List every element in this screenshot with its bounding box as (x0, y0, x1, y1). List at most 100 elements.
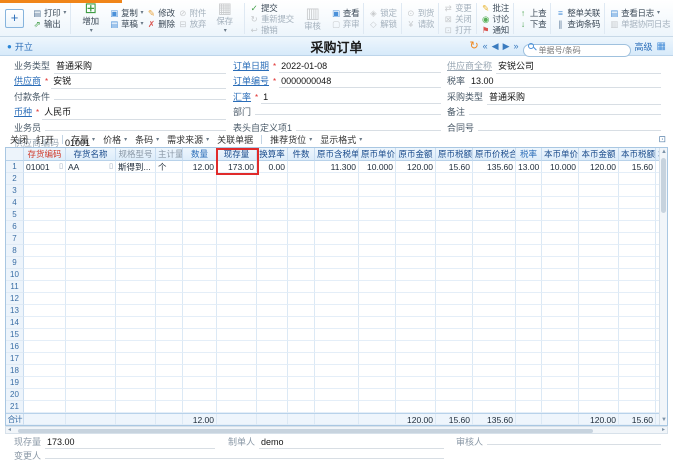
grid-cell[interactable] (156, 341, 183, 353)
grid-cell[interactable] (156, 173, 183, 185)
grid-cell[interactable] (156, 281, 183, 293)
grid-cell[interactable] (359, 293, 396, 305)
grid-cell[interactable] (257, 401, 288, 413)
grid-cell[interactable] (288, 317, 315, 329)
grid-cell[interactable] (66, 269, 116, 281)
field-label[interactable]: 汇率 (233, 90, 251, 103)
grid-cell[interactable]: AA▯ (66, 161, 116, 173)
grid-cell[interactable] (516, 185, 542, 197)
modify-button[interactable]: ✎修改 (146, 8, 174, 18)
grid-cell[interactable] (66, 245, 116, 257)
grid-cell[interactable] (66, 221, 116, 233)
refresh-icon[interactable]: ↻ (469, 40, 478, 52)
advanced-link[interactable]: 高级 (635, 40, 653, 53)
grid-cell[interactable] (436, 209, 473, 221)
grid-cell[interactable] (542, 293, 579, 305)
grid-cell[interactable] (436, 305, 473, 317)
grid-cell[interactable] (24, 389, 66, 401)
delete-button[interactable]: ✗删除 (146, 19, 174, 29)
grid-cell[interactable] (436, 401, 473, 413)
draft-button[interactable]: ▤草稿▾ (109, 19, 143, 29)
tab-demand-source[interactable]: 需求来源▾ (167, 133, 209, 146)
grid-cell[interactable] (359, 221, 396, 233)
grid-cell[interactable] (542, 281, 579, 293)
grid-cell[interactable] (396, 317, 436, 329)
grid-cell[interactable] (359, 353, 396, 365)
grid-cell[interactable] (473, 377, 516, 389)
payment-request-button[interactable]: ¥请款 (406, 19, 434, 29)
grid-cell[interactable] (396, 281, 436, 293)
grid-cell[interactable] (116, 305, 156, 317)
grid-cell[interactable] (473, 341, 516, 353)
grid-cell[interactable] (396, 341, 436, 353)
grid-cell[interactable] (315, 293, 359, 305)
grid-cell[interactable] (315, 341, 359, 353)
grid-cell[interactable] (257, 377, 288, 389)
grid-cell[interactable]: 15.60 (436, 161, 473, 173)
scroll-down-icon[interactable]: ▼ (660, 416, 668, 425)
row-number[interactable]: 4 (6, 197, 24, 209)
grid-cell[interactable] (288, 209, 315, 221)
grid-cell[interactable] (396, 365, 436, 377)
tab-price[interactable]: 价格▾ (103, 133, 127, 146)
grid-cell[interactable] (156, 221, 183, 233)
grid-cell[interactable] (542, 305, 579, 317)
tab-display-format[interactable]: 显示格式▾ (320, 133, 362, 146)
grid-cell[interactable] (217, 317, 257, 329)
grid-cell[interactable] (579, 305, 619, 317)
grid-cell[interactable] (183, 377, 217, 389)
grid-cell[interactable] (183, 269, 217, 281)
grid-cell[interactable] (66, 317, 116, 329)
vertical-scrollbar[interactable]: ▲ ▼ (659, 148, 667, 425)
grid-cell[interactable] (315, 401, 359, 413)
grid-cell[interactable] (183, 341, 217, 353)
grid-cell[interactable] (516, 401, 542, 413)
grid-cell[interactable] (473, 317, 516, 329)
row-number[interactable]: 1 (6, 161, 24, 173)
grid-cell[interactable] (288, 293, 315, 305)
column-header[interactable]: 换算率 (257, 148, 288, 161)
grid-cell[interactable] (516, 329, 542, 341)
field-value[interactable]: 2022-01-08 (279, 61, 441, 73)
grid-cell[interactable] (217, 305, 257, 317)
save-button[interactable]: ▦保存▾ (209, 1, 240, 36)
grid-cell[interactable] (156, 305, 183, 317)
close-doc-button[interactable]: ⊠关闭 (443, 14, 471, 24)
creator-value[interactable]: demo (259, 437, 444, 449)
attachment-button[interactable]: ⊘附件 (178, 8, 206, 18)
grid-cell[interactable] (516, 317, 542, 329)
nav-first-icon[interactable]: « (483, 40, 488, 52)
grid-cell[interactable] (156, 209, 183, 221)
scroll-left-icon[interactable]: ◂ (8, 427, 11, 434)
grid-cell[interactable] (542, 221, 579, 233)
grid-cell[interactable] (116, 233, 156, 245)
grid-cell[interactable] (288, 173, 315, 185)
grid-cell[interactable] (436, 281, 473, 293)
grid-cell[interactable] (217, 221, 257, 233)
grid-cell[interactable] (156, 401, 183, 413)
grid-cell[interactable] (579, 185, 619, 197)
grid-cell[interactable] (516, 221, 542, 233)
grid-cell[interactable] (183, 233, 217, 245)
grid-cell[interactable] (217, 401, 257, 413)
grid-cell[interactable] (436, 329, 473, 341)
grid-cell[interactable] (359, 305, 396, 317)
grid-cell[interactable] (183, 245, 217, 257)
vertical-scroll-thumb[interactable] (661, 158, 666, 213)
grid-cell[interactable] (24, 281, 66, 293)
grid-cell[interactable] (516, 341, 542, 353)
grid-cell[interactable] (516, 305, 542, 317)
grid-cell[interactable] (156, 293, 183, 305)
discuss-button[interactable]: ◉讨论 (481, 14, 509, 24)
grid-cell[interactable] (288, 401, 315, 413)
layout-toggle-icon[interactable]: ▦ (657, 41, 666, 52)
grid-cell[interactable] (516, 293, 542, 305)
grid-cell[interactable]: 斯得到... (116, 161, 156, 173)
grid-cell[interactable] (619, 377, 656, 389)
grid-cell[interactable] (542, 377, 579, 389)
grid-cell[interactable] (315, 305, 359, 317)
add-button[interactable]: ⊞增加▾ (75, 1, 106, 36)
grid-cell[interactable] (66, 185, 116, 197)
column-header[interactable]: 存货编码 (24, 148, 66, 161)
grid-cell[interactable] (542, 257, 579, 269)
